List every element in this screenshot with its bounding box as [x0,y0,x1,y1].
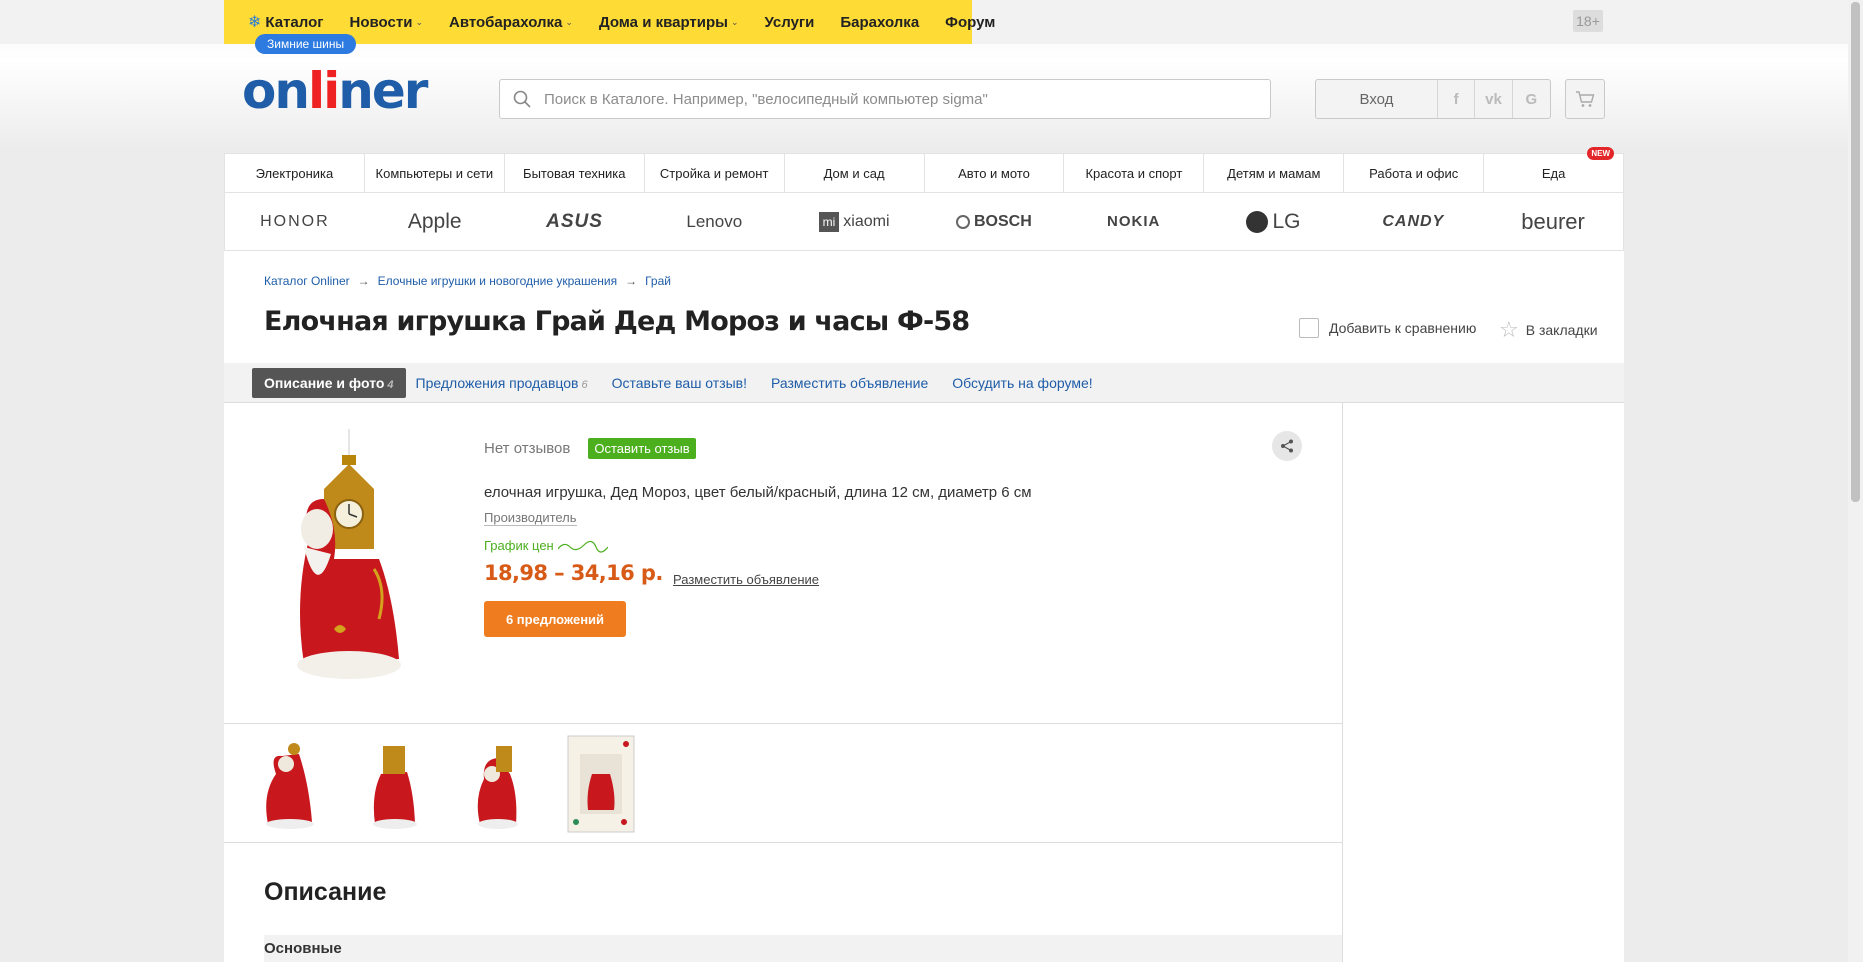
brand-bosch[interactable]: BOSCH [924,193,1064,250]
share-icon [1281,439,1293,453]
leave-review-button[interactable]: Оставить отзыв [588,438,696,459]
category-home-garden[interactable]: Дом и сад [785,154,925,192]
search-box [499,79,1271,119]
price-sparkline-icon [557,540,608,553]
breadcrumb-arrow-icon: → [625,274,638,288]
category-computers[interactable]: Компьютеры и сети [365,154,505,192]
category-beauty-sport[interactable]: Красота и спорт [1064,154,1205,192]
manufacturer-link[interactable]: Производитель [484,510,577,526]
breadcrumb-arrow-icon: → [357,274,370,288]
product-thumbnail[interactable] [254,734,324,834]
brand-candy[interactable]: CANDY [1343,193,1483,250]
product-box-thumbnail[interactable] [566,734,636,834]
lg-logo-icon [1246,210,1269,233]
category-kids[interactable]: Детям и мамам [1204,154,1345,192]
sidebar-divider [1342,403,1343,962]
search-input[interactable] [544,90,1270,108]
no-reviews-label: Нет отзывов [484,440,571,457]
scrollbar-thumb[interactable] [1851,2,1860,502]
category-appliances[interactable]: Бытовая техника [505,154,645,192]
breadcrumb-item[interactable]: Грай [645,274,671,288]
snowflake-icon: ❄ [248,14,262,31]
price-range: 18,98 – 34,16 р. [484,561,663,585]
nav-flea-market[interactable]: Барахолка [840,14,919,31]
page-title: Елочная игрушка Грай Дед Мороз и часы Ф-… [264,306,970,337]
product-thumbnail[interactable] [359,734,429,834]
tab-review[interactable]: Оставьте ваш отзыв! [612,375,747,391]
category-auto-moto[interactable]: Авто и мото [925,154,1065,192]
brand-asus[interactable]: ASUS [505,193,645,250]
nav-forum[interactable]: Форум [945,14,995,31]
tab-offers[interactable]: Предложения продавцов 6 [416,375,588,391]
compare-toggle[interactable]: Добавить к сравнению [1299,318,1476,338]
brand-honor[interactable]: HONOR [225,193,365,250]
product-page: Каталог Onliner → Елочные игрушки и ново… [224,251,1624,962]
facebook-icon[interactable]: f [1438,80,1476,118]
cart-button[interactable] [1565,79,1605,119]
age-rating-badge: 18+ [1573,10,1603,32]
brand-apple[interactable]: Apple [365,193,505,250]
breadcrumb-item[interactable]: Каталог Onliner [264,274,350,288]
chevron-down-icon: ⌄ [415,16,423,27]
vk-icon[interactable]: vk [1475,80,1513,118]
auth-box: Вход f vk G [1315,79,1551,119]
price-graph-link[interactable]: График цен [484,538,608,553]
spec-group-header: Основные [264,935,1342,962]
tab-description[interactable]: Описание и фото 4 [252,367,406,398]
brand-lg[interactable]: LG [1204,193,1344,250]
winter-tires-badge[interactable]: Зимние шины [255,34,357,54]
nav-auto[interactable]: Автобарахолка ⌄ [449,14,573,31]
nav-catalog[interactable]: ❄ Каталог [248,12,324,32]
brand-nokia[interactable]: NOKIA [1064,193,1204,250]
share-button[interactable] [1272,431,1302,461]
category-bar: Электроника Компьютеры и сети Бытовая те… [224,147,1624,193]
google-icon[interactable]: G [1513,80,1550,118]
compare-checkbox[interactable] [1299,318,1319,338]
brand-lenovo[interactable]: Lenovo [644,193,784,250]
new-badge: NEW [1587,147,1615,160]
page-scrollbar[interactable] [1848,0,1863,962]
place-ad-link[interactable]: Разместить объявление [673,572,819,587]
bookmark-toggle[interactable]: ☆ В закладки [1499,317,1598,343]
nav-realty[interactable]: Дома и квартиры ⌄ [599,14,739,31]
product-image[interactable] [279,429,419,689]
offers-button[interactable]: 6 предложений [484,601,626,637]
breadcrumb-item[interactable]: Елочные игрушки и новогодние украшения [378,274,617,288]
tab-place-ad[interactable]: Разместить объявление [771,375,928,391]
nav-services[interactable]: Услуги [765,14,815,31]
category-food[interactable]: Еда NEW [1484,147,1623,192]
reviews-block: Нет отзывов Оставить отзыв [484,438,696,459]
chevron-down-icon: ⌄ [565,16,573,27]
product-description: елочная игрушка, Дед Мороз, цвет белый/к… [484,484,1032,501]
star-icon: ☆ [1499,317,1519,342]
description-heading: Описание [264,878,387,906]
brand-xiaomi[interactable]: mi xiaomi [784,193,924,250]
category-construction[interactable]: Стройка и ремонт [645,154,785,192]
brand-beurer[interactable]: beurer [1483,193,1623,250]
login-button[interactable]: Вход [1316,80,1438,118]
brand-bar: HONOR Apple ASUS Lenovo mi xiaomi BOSCH N… [224,193,1624,251]
nav-news[interactable]: Новости ⌄ [350,14,423,31]
tab-forum[interactable]: Обсудить на форуме! [952,375,1092,391]
mi-logo-icon: mi [818,211,840,232]
search-icon [500,90,544,108]
cart-icon [1576,91,1595,107]
category-electronics[interactable]: Электроника [225,154,365,192]
product-thumbnail[interactable] [464,734,534,834]
bosch-logo-icon [955,214,970,229]
category-work-office[interactable]: Работа и офис [1344,154,1485,192]
thumbnail-gallery [224,723,1342,843]
onliner-logo[interactable]: onliner [242,66,428,116]
breadcrumb: Каталог Onliner → Елочные игрушки и ново… [264,274,671,288]
product-tabs: Описание и фото 4 Предложения продавцов 6 … [224,363,1624,403]
chevron-down-icon: ⌄ [730,16,739,27]
